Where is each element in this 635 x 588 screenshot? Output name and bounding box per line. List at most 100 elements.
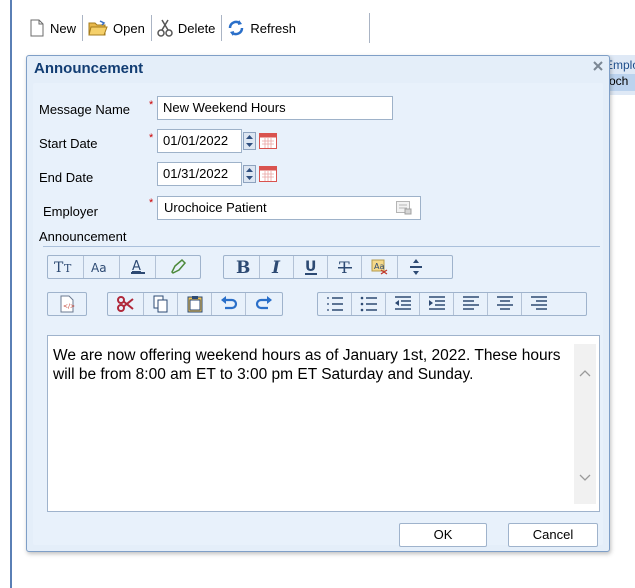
- employer-label: Employer: [43, 204, 98, 219]
- delete-button[interactable]: Delete: [152, 15, 223, 41]
- align-right-icon: [531, 296, 547, 310]
- svg-text:I: I: [271, 258, 281, 276]
- undo-button[interactable]: [212, 293, 246, 315]
- undo-icon: [220, 296, 237, 310]
- end-date-label: End Date: [39, 170, 94, 185]
- clear-format-button[interactable]: Aa: [362, 256, 398, 278]
- svg-text:</>: </>: [63, 303, 75, 310]
- start-date-label: Start Date: [39, 136, 98, 151]
- font-name-icon: TT: [54, 260, 72, 275]
- italic-icon: I: [271, 258, 281, 276]
- scissors-icon: [116, 296, 134, 312]
- bullet-list-button[interactable]: [352, 293, 386, 315]
- bold-icon: B: [236, 258, 250, 276]
- align-left-icon: [462, 296, 479, 310]
- font-size-icon: Aa: [91, 261, 107, 275]
- new-button-label: New: [50, 20, 77, 36]
- refresh-button-label: Refresh: [250, 20, 296, 36]
- chevron-down-icon[interactable]: [579, 474, 591, 482]
- svg-text:A: A: [132, 259, 141, 274]
- bold-button[interactable]: B: [224, 256, 260, 278]
- font-size-button[interactable]: Aa: [84, 256, 120, 278]
- chevron-up-icon[interactable]: [579, 369, 591, 377]
- numbered-list-button[interactable]: [318, 293, 352, 315]
- font-color-icon: A: [130, 259, 145, 274]
- numbered-list-icon: [326, 297, 343, 311]
- lookup-icon[interactable]: [396, 201, 412, 215]
- required-marker: *: [149, 99, 154, 111]
- end-date-spinner-icon[interactable]: [243, 165, 256, 183]
- message-name-label: Message Name: [39, 102, 131, 117]
- employer-input[interactable]: Urochoice Patient: [157, 196, 421, 220]
- announcement-separator: [43, 246, 600, 247]
- copy-button[interactable]: [144, 293, 178, 315]
- new-document-icon: [30, 19, 44, 37]
- cancel-button[interactable]: Cancel: [508, 523, 598, 547]
- indent-button[interactable]: [420, 293, 454, 315]
- announcement-label: Announcement: [39, 229, 127, 244]
- message-name-input[interactable]: New Weekend Hours: [157, 96, 393, 120]
- announcement-editor[interactable]: We are now offering weekend hours as of …: [47, 335, 600, 512]
- font-name-button[interactable]: TT: [48, 256, 84, 278]
- dialog-title: Announcement: [34, 60, 144, 77]
- html-document-icon: </>: [60, 295, 75, 313]
- copy-icon: [153, 295, 167, 313]
- open-button-label: Open: [113, 20, 145, 36]
- svg-text:Aa: Aa: [91, 261, 107, 275]
- svg-text:U: U: [305, 259, 316, 275]
- redo-icon: [255, 296, 272, 310]
- outdent-button[interactable]: [386, 293, 420, 315]
- strikethrough-icon: T: [337, 258, 352, 276]
- outdent-icon: [394, 296, 411, 310]
- scissors-icon: [157, 19, 173, 37]
- indent-icon: [428, 296, 445, 310]
- open-button[interactable]: Open: [83, 15, 152, 41]
- start-date-input[interactable]: 01/01/2022: [157, 129, 242, 153]
- bullet-list-icon: [360, 296, 377, 312]
- start-date-calendar-icon[interactable]: [259, 133, 277, 149]
- end-date-calendar-icon[interactable]: [259, 166, 277, 182]
- toolbar-divider: [369, 13, 370, 43]
- highlight-button[interactable]: [156, 256, 200, 278]
- paste-button[interactable]: [178, 293, 212, 315]
- editor-scrollbar[interactable]: [574, 344, 596, 504]
- redo-button[interactable]: [246, 293, 282, 315]
- refresh-icon: [229, 20, 244, 36]
- align-center-button[interactable]: [488, 293, 522, 315]
- html-view-group: </>: [47, 292, 87, 316]
- paste-icon: [187, 296, 202, 313]
- html-view-button[interactable]: </>: [48, 293, 86, 315]
- svg-text:Aa: Aa: [374, 262, 384, 271]
- svg-text:T: T: [64, 262, 72, 275]
- delete-button-label: Delete: [177, 20, 216, 36]
- strikethrough-button[interactable]: T: [328, 256, 362, 278]
- cut-button[interactable]: [108, 293, 144, 315]
- text-style-group: B I U T Aa: [223, 255, 453, 279]
- announcement-dialog: Announcement Message Name * New Weekend …: [26, 55, 610, 552]
- font-tools-group: TT Aa A: [47, 255, 201, 279]
- underline-icon: U: [304, 259, 317, 275]
- line-height-icon: [410, 259, 422, 275]
- font-color-button[interactable]: A: [120, 256, 156, 278]
- align-center-icon: [496, 296, 513, 310]
- italic-button[interactable]: I: [260, 256, 294, 278]
- align-right-button[interactable]: [522, 293, 556, 315]
- paragraph-group: [317, 292, 587, 316]
- clear-format-icon: Aa: [371, 259, 387, 275]
- left-border-rule: [10, 0, 12, 588]
- align-left-button[interactable]: [454, 293, 488, 315]
- svg-text:B: B: [236, 258, 250, 276]
- new-button[interactable]: New: [24, 15, 84, 41]
- ok-button[interactable]: OK: [399, 523, 487, 547]
- line-height-button[interactable]: [398, 256, 434, 278]
- close-icon[interactable]: [591, 59, 605, 73]
- required-marker: *: [149, 197, 154, 209]
- main-toolbar: New Open Delete Refresh: [24, 10, 302, 46]
- editor-text[interactable]: We are now offering weekend hours as of …: [53, 346, 565, 384]
- refresh-button[interactable]: Refresh: [222, 15, 302, 41]
- start-date-spinner-icon[interactable]: [243, 132, 256, 150]
- clipboard-group: [107, 292, 283, 316]
- end-date-input[interactable]: 01/31/2022: [157, 162, 242, 186]
- underline-button[interactable]: U: [294, 256, 328, 278]
- required-marker: *: [149, 132, 154, 144]
